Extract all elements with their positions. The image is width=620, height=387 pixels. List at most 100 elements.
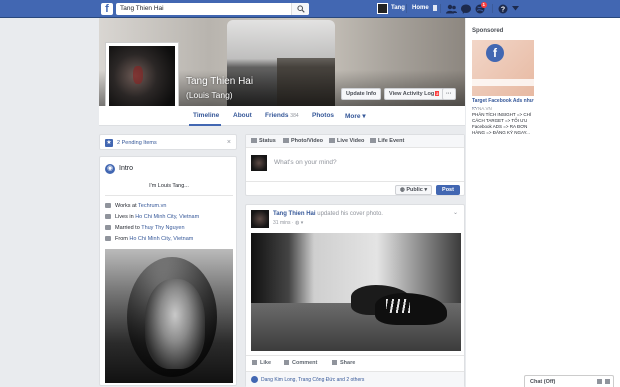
avatar — [251, 155, 267, 171]
ad-image[interactable]: f — [472, 40, 534, 96]
friends-count: 384 — [290, 113, 299, 119]
composer-tab-life-event[interactable]: Life Event — [370, 138, 404, 144]
heart-icon — [105, 225, 111, 231]
post-timestamp[interactable]: 31 mins · ◍ ▾ — [273, 220, 303, 226]
featured-photo[interactable] — [105, 249, 233, 383]
post-time-text: 31 mins · — [273, 220, 295, 226]
home-link[interactable]: Home — [412, 5, 429, 11]
like-button[interactable]: Like — [252, 360, 271, 366]
ad-image-strip — [472, 79, 534, 86]
post-photo[interactable] — [251, 233, 461, 351]
intro-lives-row: Lives in Ho Chi Minh City, Vietnam — [105, 214, 199, 220]
composer-tab-photo-video[interactable]: Photo/Video — [283, 138, 323, 144]
divider — [440, 4, 441, 13]
comment-button[interactable]: Comment — [284, 360, 317, 366]
hometown-link[interactable]: Ho Chi Minh City, Vietnam — [129, 236, 193, 242]
composer-tab-live-video-label: Live Video — [337, 138, 365, 144]
search-input[interactable]: Tang Thien Hai — [116, 3, 309, 15]
post-header: Tang Thien Hai updated his cover photo. — [273, 211, 383, 217]
post-button[interactable]: Post — [436, 185, 460, 195]
chat-label: Chat (Off) — [530, 379, 556, 385]
post-author-link[interactable]: Tang Thien Hai — [273, 211, 316, 217]
flag-icon — [370, 138, 376, 144]
timeline-post: Tang Thien Hai updated his cover photo. … — [245, 204, 465, 387]
tab-friends[interactable]: Friends 384 — [265, 112, 299, 119]
composer-tab-status[interactable]: Status — [251, 138, 276, 144]
privacy-label: Public ▾ — [406, 187, 428, 193]
ad-description: PHÂN TÍCH INSIGHT => CHÍ CÁCH TARGET => … — [472, 112, 532, 135]
ad-site: KYNA.VN — [472, 106, 492, 111]
post-actions: Like Comment Share — [246, 355, 464, 369]
chat-sidebar-tab[interactable]: Chat (Off) — [524, 375, 614, 387]
chevron-down-icon[interactable] — [512, 6, 519, 11]
messages-icon[interactable] — [461, 4, 471, 14]
composer-footer: ◍ Public ▾ Post — [246, 181, 464, 196]
post-action-text: updated his cover photo. — [317, 211, 383, 217]
new-message-icon[interactable] — [597, 379, 602, 384]
help-icon[interactable]: ? — [498, 4, 508, 14]
share-icon — [332, 360, 337, 366]
spouse-link[interactable]: Thuy Thy Nguyen — [141, 225, 184, 231]
composer-tabs: Status Photo/Video Live Video Life Event — [246, 135, 464, 148]
search-button[interactable] — [291, 3, 309, 15]
intro-from-prefix: From — [115, 236, 128, 242]
intro-married-row: Married to Thuy Thy Nguyen — [105, 225, 185, 231]
intro-work-row: Works at Techrum.vn — [105, 203, 166, 209]
share-button[interactable]: Share — [332, 360, 355, 366]
more-options-label: ··· — [446, 91, 452, 97]
composer-tab-life-event-label: Life Event — [378, 138, 405, 144]
location-pin-icon — [105, 236, 111, 242]
briefcase-icon — [105, 203, 111, 209]
intro-married-prefix: Married to — [115, 225, 140, 231]
avatar[interactable] — [251, 210, 269, 228]
home-indicator — [433, 5, 437, 11]
work-link[interactable]: Techrum.vn — [138, 203, 166, 209]
likers-link[interactable]: Dang Kim Long, Trang Công Đức and 2 othe… — [261, 377, 364, 383]
pending-items-link[interactable]: 2 Pending Items — [117, 140, 157, 146]
profile-picture[interactable] — [105, 42, 179, 116]
profile-name[interactable]: Tang Thien Hai — [186, 76, 253, 87]
activity-log-label: View Activity Log — [389, 91, 435, 97]
search-icon — [297, 5, 305, 13]
close-icon[interactable]: × — [227, 139, 231, 146]
intro-from-row: From Ho Chi Minh City, Vietnam — [105, 236, 193, 242]
like-reaction-icon — [251, 376, 258, 383]
tab-timeline[interactable]: Timeline — [193, 112, 219, 119]
active-tab-indicator — [189, 124, 221, 126]
profile-alternate-name: (Louis Tang) — [186, 90, 233, 100]
intro-work-prefix: Works at — [115, 203, 137, 209]
sponsored-heading: Sponsored — [472, 28, 504, 34]
home-icon — [105, 214, 111, 220]
top-navigation-bar: f Tang Thien Hai Tang Home 1 ? — [0, 0, 620, 18]
activity-log-button[interactable]: View Activity Log 2 — [384, 88, 445, 100]
lives-link[interactable]: Ho Chi Minh City, Vietnam — [135, 214, 199, 220]
intro-card: ◉ Intro I'm Louis Tang... Works at Techr… — [99, 156, 237, 386]
facebook-logo-icon[interactable]: f — [101, 3, 113, 15]
gear-icon[interactable] — [605, 379, 610, 384]
profile-picture-image — [109, 46, 175, 112]
more-options-button[interactable]: ··· — [442, 88, 456, 100]
composer-tab-status-label: Status — [259, 138, 276, 144]
status-input[interactable]: What's on your mind? — [274, 159, 337, 166]
star-icon: ★ — [105, 139, 113, 147]
share-label: Share — [340, 360, 356, 366]
update-info-button[interactable]: Update Info — [341, 88, 382, 100]
divider — [492, 4, 493, 13]
tab-about[interactable]: About — [233, 112, 252, 119]
friend-requests-icon[interactable] — [446, 4, 457, 14]
pending-items-card[interactable]: ★ 2 Pending Items × — [99, 134, 237, 150]
chevron-down-icon[interactable]: ⌄ — [453, 209, 458, 216]
privacy-selector[interactable]: ◍ Public ▾ — [395, 185, 433, 195]
update-info-label: Update Info — [346, 91, 377, 97]
activity-log-badge: 2 — [435, 91, 440, 97]
tab-more[interactable]: More ▾ — [345, 112, 366, 120]
video-camera-icon — [329, 138, 335, 144]
avatar — [377, 3, 388, 14]
thumbs-up-icon — [252, 360, 257, 366]
tab-friends-label: Friends — [265, 112, 289, 119]
post-composer: Status Photo/Video Live Video Life Event… — [245, 134, 465, 196]
pencil-icon — [251, 138, 257, 144]
composer-tab-live-video[interactable]: Live Video — [329, 138, 364, 144]
profile-tab-bar: Timeline About Friends 384 Photos More ▾ — [99, 106, 465, 126]
tab-photos[interactable]: Photos — [312, 112, 334, 119]
